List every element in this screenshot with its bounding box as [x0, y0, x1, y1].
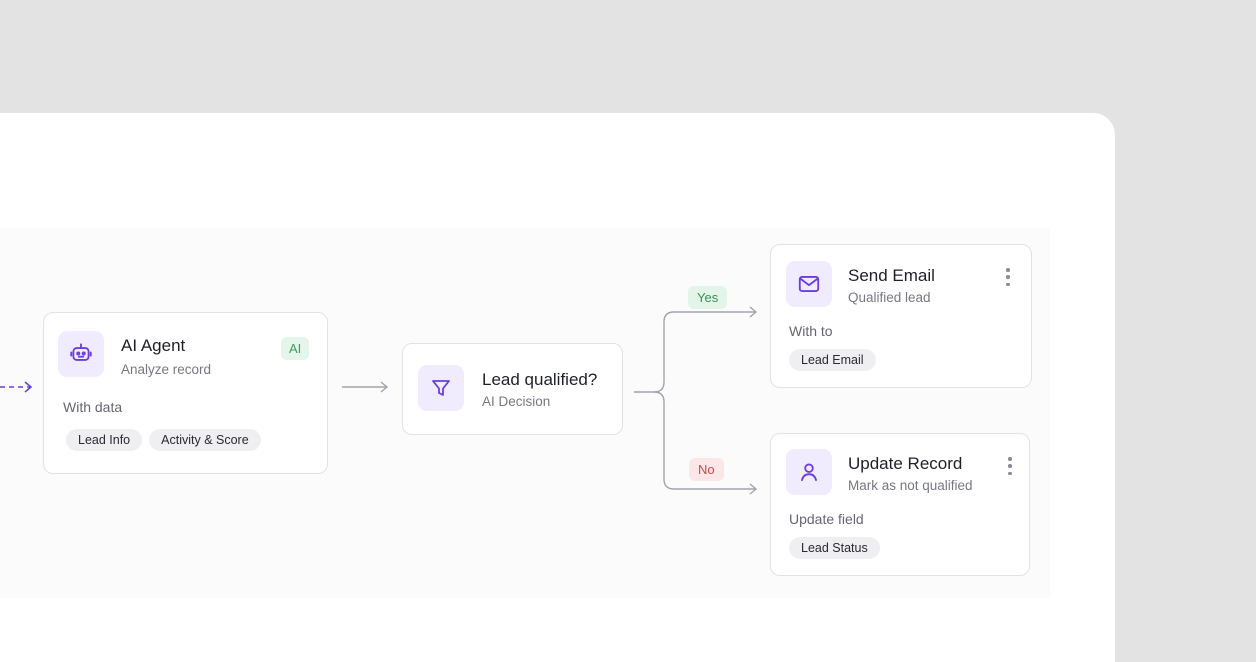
- send-email-subtitle: Qualified lead: [848, 290, 931, 305]
- send-email-chips: Lead Email: [789, 349, 876, 371]
- send-email-section-label: With to: [789, 323, 833, 339]
- ai-agent-subtitle: Analyze record: [121, 362, 212, 377]
- decision-node[interactable]: Lead qualified? AI Decision: [402, 343, 623, 435]
- decision-subtitle: AI Decision: [482, 394, 551, 409]
- send-email-node[interactable]: Send Email Qualified lead With to Lead E…: [770, 244, 1032, 388]
- chip-lead-email[interactable]: Lead Email: [789, 349, 876, 371]
- decision-title: Lead qualified?: [482, 370, 598, 389]
- update-record-menu-icon[interactable]: [1007, 457, 1013, 475]
- branch-yes-tag: Yes: [688, 286, 728, 309]
- update-record-chips: Lead Status: [789, 537, 880, 559]
- mail-icon: [786, 261, 832, 307]
- ai-agent-chips: Lead Info Activity & Score: [66, 429, 261, 451]
- update-record-title: Update Record: [848, 454, 963, 473]
- ai-agent-section-label: With data: [63, 399, 123, 415]
- update-record-section-label: Update field: [789, 511, 864, 527]
- send-email-menu-icon[interactable]: [1005, 268, 1011, 286]
- ai-agent-title: AI Agent: [121, 336, 186, 355]
- ai-agent-node[interactable]: AI Agent Analyze record AI With data Lea…: [43, 312, 328, 474]
- update-record-node[interactable]: Update Record Mark as not qualified Upda…: [770, 433, 1030, 576]
- chip-lead-status[interactable]: Lead Status: [789, 537, 880, 559]
- send-email-title: Send Email: [848, 266, 935, 285]
- robot-icon: [58, 331, 104, 377]
- chip-activity-score[interactable]: Activity & Score: [149, 429, 261, 451]
- user-icon: [786, 449, 832, 495]
- branch-no-tag: No: [689, 458, 724, 481]
- chip-lead-info[interactable]: Lead Info: [66, 429, 143, 451]
- ai-badge: AI: [281, 337, 310, 360]
- filter-icon: [418, 365, 464, 411]
- update-record-subtitle: Mark as not qualified: [848, 478, 973, 493]
